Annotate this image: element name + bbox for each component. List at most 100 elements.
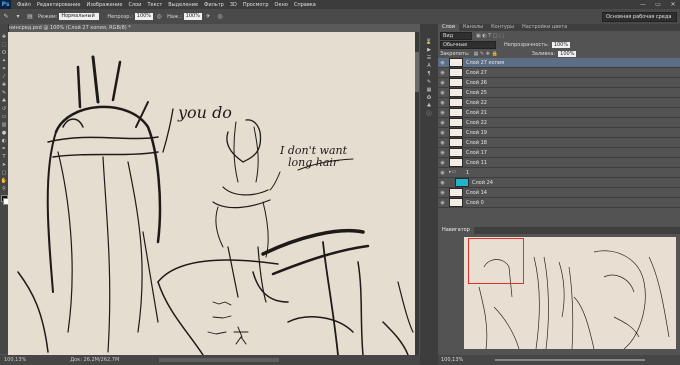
group-folder-icon[interactable]: ▸▭	[449, 169, 463, 176]
brush-tool-icon[interactable]: ✎	[1, 12, 11, 22]
brush-panel-icon[interactable]: ▤	[25, 12, 35, 22]
healing-tool-icon[interactable]: ✚	[0, 81, 8, 89]
blend-mode-select[interactable]: Обычные	[440, 40, 496, 49]
close-icon[interactable]: ✕	[666, 0, 680, 9]
menu-edit[interactable]: Редактирование	[34, 2, 84, 8]
history-brush-tool-icon[interactable]: ↺	[0, 105, 8, 113]
menu-view[interactable]: Просмотр	[240, 2, 272, 8]
eraser-tool-icon[interactable]: ▭	[0, 113, 8, 121]
layer-row[interactable]: ◉ Слой 27 копия	[438, 58, 680, 68]
layer-row[interactable]: ◉ Слой 24	[438, 178, 680, 188]
eye-icon[interactable]: ◉	[438, 120, 447, 126]
menu-help[interactable]: Справка	[291, 2, 319, 8]
crop-tool-icon[interactable]: ⌗	[0, 65, 8, 73]
dodge-tool-icon[interactable]: ◐	[0, 137, 8, 145]
tab-adjustments[interactable]: Настройки цвета	[518, 24, 571, 31]
history-panel-icon[interactable]: ⌛	[420, 38, 438, 46]
lasso-tool-icon[interactable]: ʘ	[0, 49, 8, 57]
horizontal-scrollbar[interactable]	[159, 358, 280, 362]
layer-row[interactable]: ◉ Слой 14	[438, 188, 680, 198]
eye-icon[interactable]: ◉	[438, 180, 447, 186]
layer-row[interactable]: ◉ Слой 26	[438, 78, 680, 88]
quick-select-tool-icon[interactable]: ✦	[0, 57, 8, 65]
lock-icons[interactable]: ▦ ✎ ✥ 🔒	[474, 51, 498, 57]
eye-icon[interactable]: ◉	[438, 100, 447, 106]
pressure-opacity-icon[interactable]: ◎	[154, 12, 164, 22]
tab-navigator[interactable]: Навигатор	[438, 227, 474, 234]
tab-channels[interactable]: Каналы	[459, 24, 487, 31]
actions-panel-icon[interactable]: ▶	[420, 46, 438, 54]
layer-fill-field[interactable]: 100%	[558, 50, 577, 57]
brush-preset-icon[interactable]: ▾	[13, 12, 23, 22]
layer-row[interactable]: ◉ Слой 25	[438, 88, 680, 98]
opacity-field[interactable]: 100%	[134, 13, 154, 20]
pressure-size-icon[interactable]: ◎	[215, 12, 225, 22]
layer-row[interactable]: ◉ Слой 21	[438, 108, 680, 118]
eye-icon[interactable]: ◉	[438, 190, 447, 196]
stamp-tool-icon[interactable]: ♣	[0, 97, 8, 105]
color-swatches[interactable]	[0, 193, 10, 207]
eye-icon[interactable]: ◉	[438, 130, 447, 136]
layer-row[interactable]: ◉ Слой 22	[438, 98, 680, 108]
navigator-zoom[interactable]: 100,13%	[438, 357, 463, 363]
move-tool-icon[interactable]: ✥	[0, 33, 8, 41]
layer-row[interactable]: ◉ ▸▭ 1	[438, 168, 680, 178]
layer-row[interactable]: ◉ Слой 11	[438, 158, 680, 168]
document-tab[interactable]: нинсред.psd @ 100% (Слой 27 копия, RGB/8…	[0, 24, 424, 32]
eye-icon[interactable]: ◉	[438, 200, 447, 206]
brush-tool-icon[interactable]: ✎	[0, 89, 8, 97]
menu-file[interactable]: Файл	[14, 2, 34, 8]
menu-layers[interactable]: Слои	[125, 2, 144, 8]
layer-row[interactable]: ◉ Слой 27	[438, 68, 680, 78]
layer-opacity-field[interactable]: 100%	[551, 41, 571, 48]
navigator-zoom-slider[interactable]	[494, 358, 645, 361]
mode-select[interactable]: Нормальный	[59, 13, 100, 20]
menu-image[interactable]: Изображение	[83, 2, 125, 8]
filter-icons[interactable]: ▣ ◐ T ▢ ⬚	[476, 33, 504, 39]
menu-type[interactable]: Текст	[144, 2, 165, 8]
menu-filter[interactable]: Фильтр	[201, 2, 227, 8]
airbrush-icon[interactable]: ✈	[203, 12, 213, 22]
eye-icon[interactable]: ◉	[438, 150, 447, 156]
workspace-select[interactable]: Основная рабочая среда	[602, 12, 677, 22]
blur-tool-icon[interactable]: ●	[0, 129, 8, 137]
hand-tool-icon[interactable]: ✋	[0, 177, 8, 185]
eye-icon[interactable]: ◉	[438, 90, 447, 96]
info-panel-icon[interactable]: ⓘ	[420, 110, 438, 118]
brush-presets-icon[interactable]: ✎	[420, 78, 438, 86]
pen-tool-icon[interactable]: ✒	[0, 145, 8, 153]
shape-tool-icon[interactable]: ▢	[0, 169, 8, 177]
eye-icon[interactable]: ◉	[438, 70, 447, 76]
eye-icon[interactable]: ◉	[438, 60, 447, 66]
navigator-view-box[interactable]	[468, 238, 524, 284]
eyedropper-tool-icon[interactable]: ⁄	[0, 73, 8, 81]
path-select-tool-icon[interactable]: ➤	[0, 161, 8, 169]
swatches-panel-icon[interactable]: ▦	[420, 86, 438, 94]
eye-icon[interactable]: ◉	[438, 110, 447, 116]
layer-row[interactable]: ◉ Слой 17	[438, 148, 680, 158]
canvas[interactable]: you do I don't want long hair	[8, 32, 415, 355]
minimize-icon[interactable]: —	[636, 0, 650, 9]
vertical-scrollbar[interactable]	[415, 32, 419, 355]
character-panel-icon[interactable]: A	[420, 62, 438, 70]
clone-source-icon[interactable]: ♣	[420, 102, 438, 110]
layer-row[interactable]: ◉ Слой 0	[438, 198, 680, 208]
eye-icon[interactable]: ◉	[438, 140, 447, 146]
eye-icon[interactable]: ◉	[438, 80, 447, 86]
properties-panel-icon[interactable]: ☰	[420, 54, 438, 62]
menu-select[interactable]: Выделение	[165, 2, 201, 8]
status-zoom[interactable]: 100,13%	[0, 355, 30, 365]
zoom-tool-icon[interactable]: ⚲	[0, 185, 8, 193]
layer-kind-select[interactable]: Вид	[440, 31, 472, 40]
navigator-preview[interactable]	[464, 237, 676, 349]
tab-paths[interactable]: Контуры	[487, 24, 518, 31]
eye-icon[interactable]: ◉	[438, 160, 447, 166]
type-tool-icon[interactable]: T	[0, 153, 8, 161]
styles-panel-icon[interactable]: ✪	[420, 94, 438, 102]
maximize-icon[interactable]: ▭	[651, 0, 665, 9]
layer-row[interactable]: ◉ Слой 19	[438, 128, 680, 138]
layer-row[interactable]: ◉ Слой 18	[438, 138, 680, 148]
gradient-tool-icon[interactable]: ▥	[0, 121, 8, 129]
menu-3d[interactable]: 3D	[227, 2, 240, 8]
eye-icon[interactable]: ◉	[438, 170, 447, 176]
